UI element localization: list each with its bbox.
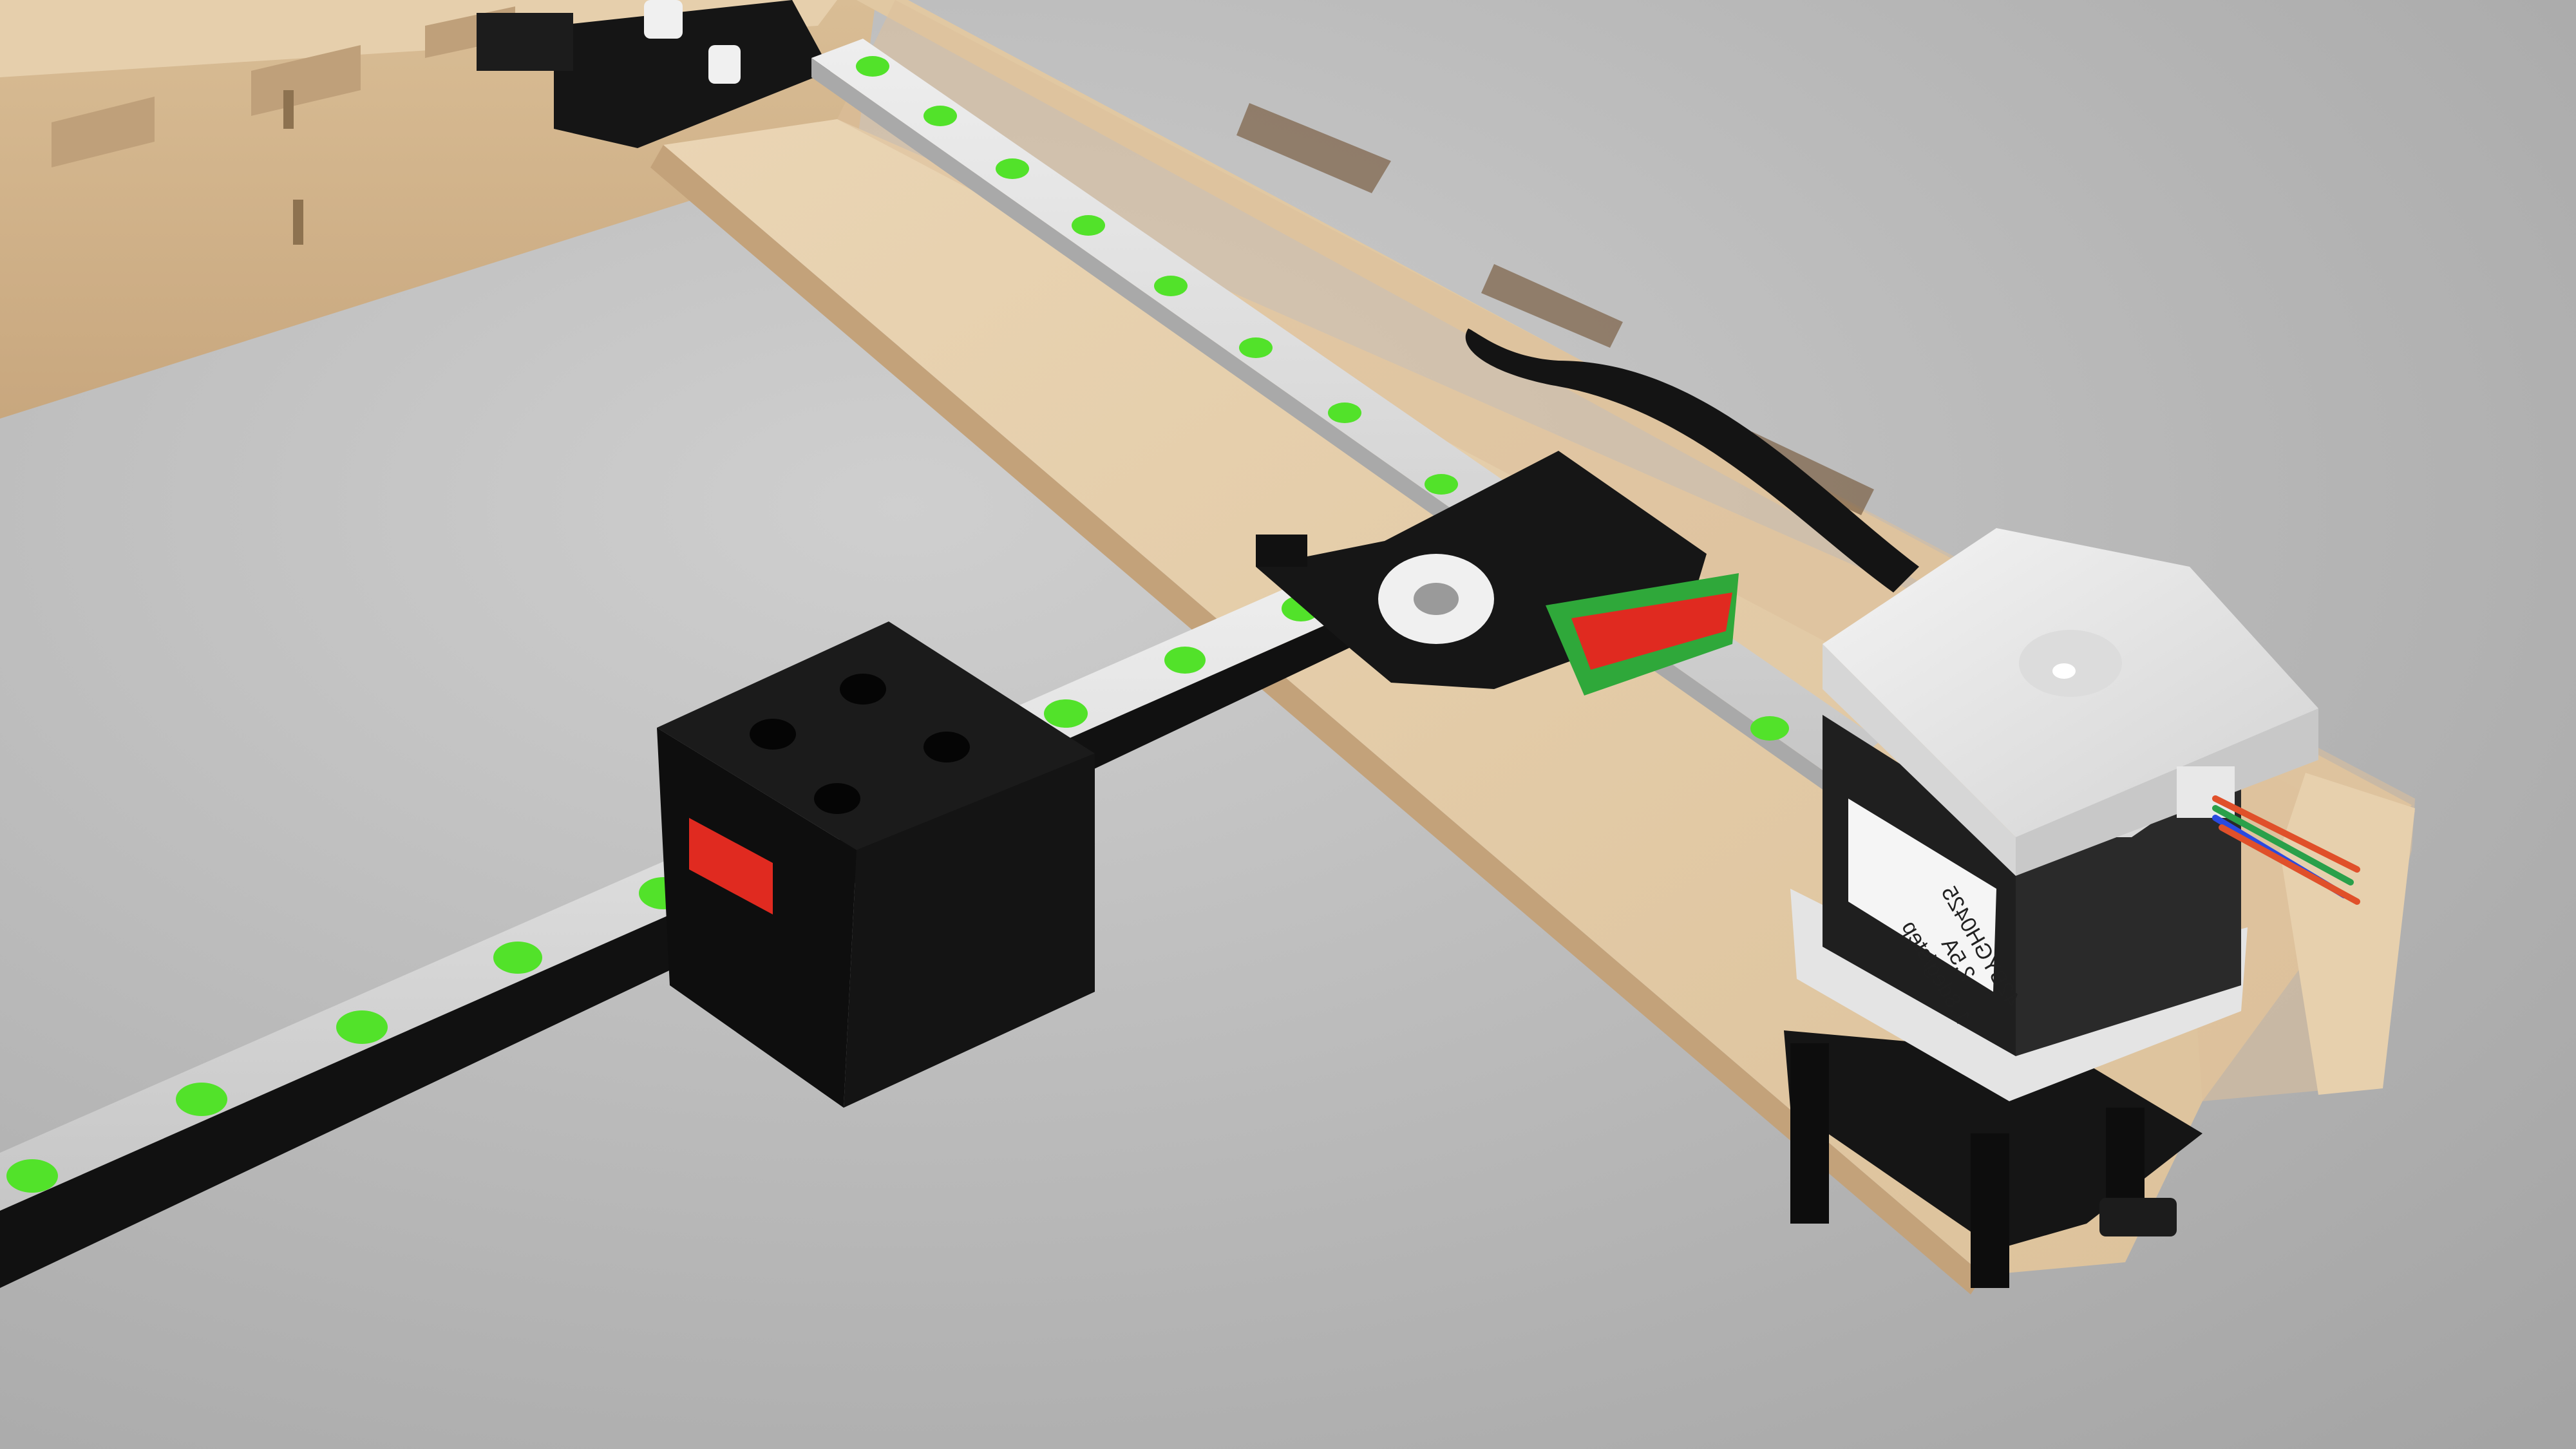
render-scene: 42BYGH0425 2.5A 1.8deg/step <box>0 0 2576 1449</box>
